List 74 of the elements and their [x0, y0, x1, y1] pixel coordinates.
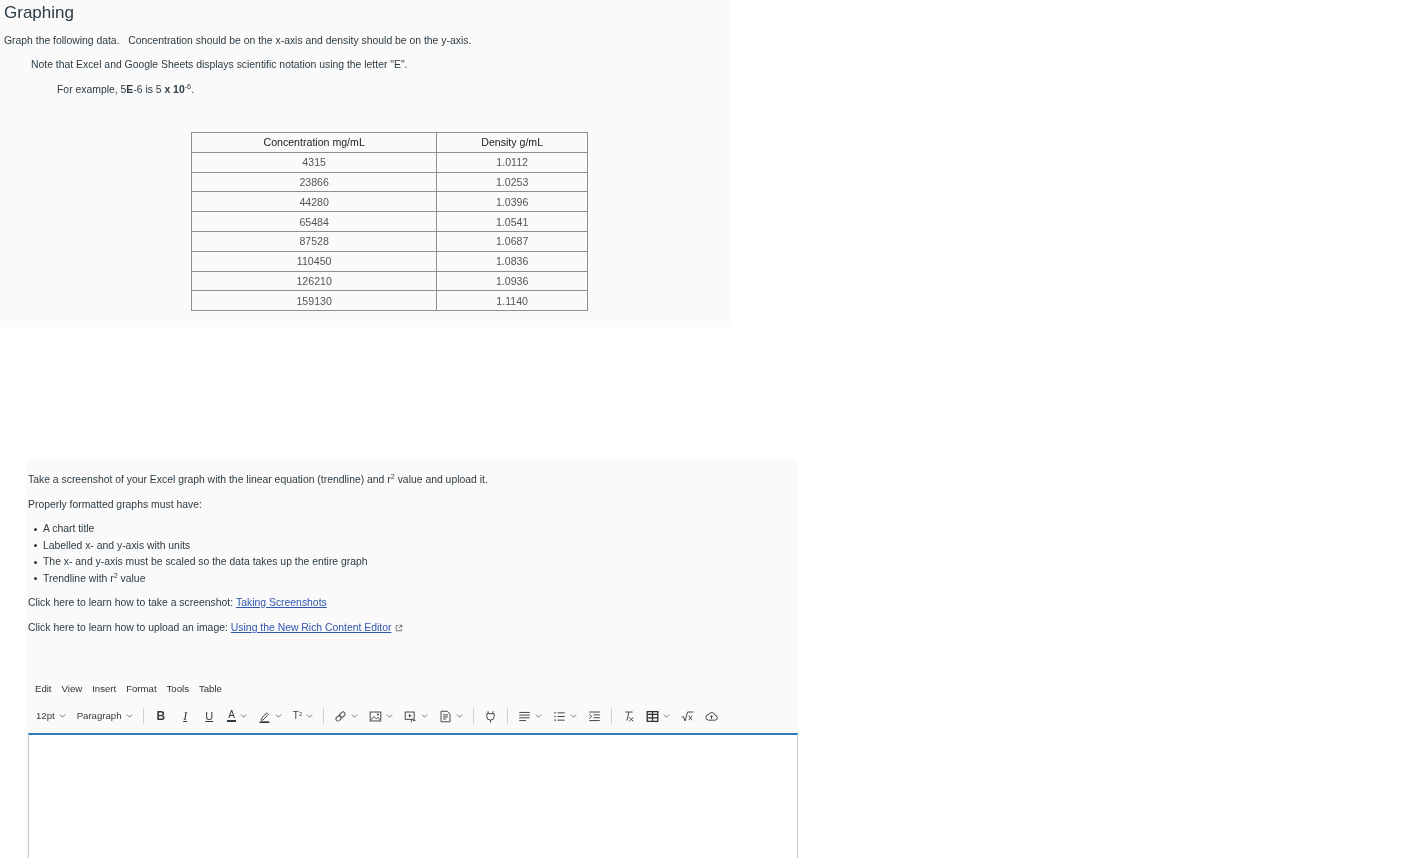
cloud-icon [705, 709, 719, 723]
underline-button[interactable]: U [199, 706, 220, 726]
table-cell: 44280 [191, 191, 437, 212]
note-text: Note that Excel and Google Sheets displays scientific notation using the letter "E". [30, 58, 409, 72]
table-cell: 65484 [191, 211, 437, 232]
italic-button[interactable]: I [176, 706, 195, 726]
caret-icon [274, 714, 282, 718]
help-text: Click here to learn how to take a screenshot: [28, 596, 234, 610]
image-icon [369, 709, 383, 723]
caret-icon [570, 714, 578, 718]
menu-item[interactable]: Format [126, 682, 157, 696]
table-cell: 1.0836 [436, 251, 588, 272]
help-link[interactable]: Using the New Rich Content Editor [230, 621, 392, 635]
caret-icon [239, 714, 247, 718]
bullet-icon [34, 577, 37, 581]
indent-icon [588, 709, 602, 723]
caret-icon [535, 714, 543, 718]
caret-icon [386, 714, 394, 718]
requirement-text: Labelled x- and y-axis with units [43, 538, 191, 553]
caret-icon [125, 714, 133, 718]
align-icon [518, 709, 532, 723]
requirements-heading: Properly formatted graphs must have: [28, 498, 203, 512]
highlighter-icon [257, 709, 271, 723]
caret-icon [306, 714, 314, 718]
superscript-button[interactable]: T$^{2}$ [289, 706, 317, 726]
table-cell: 110450 [191, 251, 437, 272]
table-cell: 126210 [191, 271, 437, 291]
help-text: Click here to learn how to upload an image: [28, 621, 228, 635]
caret-icon [456, 714, 464, 718]
menu-item[interactable]: Table [198, 682, 222, 696]
menu-item[interactable]: Tools [166, 682, 189, 696]
link-icon [334, 709, 348, 723]
table-cell: 87528 [191, 231, 437, 252]
table-cell: 1.0253 [436, 172, 588, 192]
table-cell: 1.0396 [436, 191, 588, 212]
example-text: For example, 5E-6 is 5 x 10$^{-6}$. [56, 83, 196, 97]
font-size-button[interactable]: 12pt [33, 706, 69, 726]
caret-icon [351, 714, 359, 718]
square-root-icon [681, 709, 695, 723]
table-icon [646, 709, 660, 723]
instruction-text: Take a screenshot of your Excel graph with the linear equation (trendline) and r$^{2}$ value and upload it. [28, 473, 489, 487]
column-header: Density g/mL [436, 132, 588, 153]
clear-formatting-icon [622, 709, 636, 723]
requirement-text: A chart title [43, 522, 95, 536]
table-cell: 1.0687 [436, 231, 588, 252]
help-link[interactable]: Taking Screenshots [236, 596, 327, 610]
menu-item[interactable]: Edit [35, 682, 52, 696]
bullet-icon [34, 544, 37, 548]
table-cell: 1.0541 [436, 211, 588, 232]
table-cell: 1.0936 [436, 271, 588, 291]
table-cell: 1.1140 [436, 290, 588, 311]
paragraph-format-button[interactable]: Paragraph [73, 706, 136, 726]
list-icon [553, 709, 567, 723]
table-cell: 4315 [191, 152, 437, 173]
caret-icon [421, 714, 429, 718]
bullet-icon [34, 560, 37, 564]
caret-icon [58, 714, 66, 718]
intro-text: Graph the following data. Concentration should be on the x-axis and density should be on the y-axis. [4, 34, 473, 48]
text-color-button[interactable]: A [224, 706, 250, 726]
caret-icon [663, 714, 671, 718]
table-cell: 23866 [191, 172, 437, 192]
page-title: Graphing [4, 3, 75, 23]
requirement-text: The x- and y-axis must be scaled so the data takes up the entire graph [43, 555, 368, 569]
menu-item[interactable]: Insert [92, 682, 117, 696]
column-header: Concentration mg/mL [191, 132, 437, 153]
requirement-text: Trendline with r$^{2}$ value [43, 570, 146, 586]
bold-button[interactable]: B [150, 706, 172, 726]
table-cell: 159130 [191, 290, 437, 311]
bullet-icon [34, 527, 37, 531]
media-icon [404, 709, 418, 723]
menu-item[interactable]: View [61, 682, 83, 696]
plug-icon [484, 709, 498, 723]
table-cell: 1.0112 [436, 152, 588, 173]
document-icon [439, 709, 453, 723]
